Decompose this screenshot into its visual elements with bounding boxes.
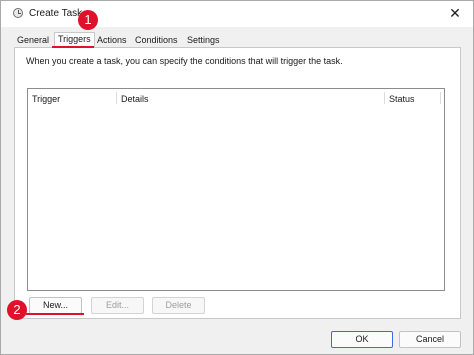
triggers-description: When you create a task, you can specify … — [26, 56, 343, 66]
triggers-panel: When you create a task, you can specify … — [14, 47, 461, 319]
new-button-underline-mark — [26, 313, 84, 315]
column-separator[interactable] — [116, 92, 117, 104]
triggers-list[interactable]: Trigger Details Status — [27, 88, 445, 291]
title-bar: Create Task ✕ — [1, 1, 473, 27]
column-header-status[interactable]: Status — [389, 94, 415, 104]
window-title: Create Task — [29, 8, 83, 19]
delete-trigger-button[interactable]: Delete — [152, 297, 205, 314]
close-icon[interactable]: ✕ — [447, 5, 463, 21]
callout-badge-1: 1 — [78, 10, 98, 30]
column-separator[interactable] — [440, 92, 441, 104]
create-task-dialog: Create Task ✕ General Triggers Actions C… — [0, 0, 474, 355]
clock-icon — [13, 8, 23, 18]
tab-general[interactable]: General — [14, 34, 52, 47]
cancel-button[interactable]: Cancel — [399, 331, 461, 348]
callout-badge-2: 2 — [7, 300, 27, 320]
column-header-details[interactable]: Details — [121, 94, 149, 104]
triggers-tab-underline-mark — [52, 46, 94, 48]
ok-button[interactable]: OK — [331, 331, 393, 348]
tab-settings[interactable]: Settings — [184, 34, 223, 47]
column-header-trigger[interactable]: Trigger — [32, 94, 60, 104]
tab-conditions[interactable]: Conditions — [132, 34, 181, 47]
tab-actions[interactable]: Actions — [94, 34, 130, 47]
column-separator[interactable] — [384, 92, 385, 104]
new-trigger-button[interactable]: New... — [29, 297, 82, 314]
edit-trigger-button[interactable]: Edit... — [91, 297, 144, 314]
